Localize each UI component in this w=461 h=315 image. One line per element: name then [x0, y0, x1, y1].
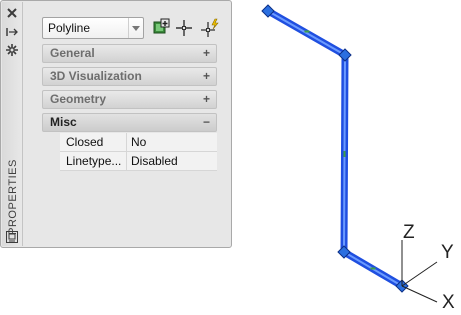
select-objects-icon[interactable]: [174, 18, 194, 38]
settings-icon[interactable]: [5, 43, 19, 57]
section-geometry[interactable]: Geometry +: [42, 90, 217, 109]
property-name: Linetype...: [66, 154, 122, 168]
selected-polyline[interactable]: [266, 7, 404, 290]
property-row-closed[interactable]: Closed No: [60, 133, 217, 152]
auto-hide-icon[interactable]: [5, 25, 19, 39]
chevron-down-icon[interactable]: [128, 18, 143, 38]
midpoint-grip[interactable]: [304, 30, 310, 33]
palette-title-strip: PROPERTIES: [2, 2, 23, 246]
property-row-linetype[interactable]: Linetype... Disabled: [60, 152, 217, 171]
object-type-value: Polyline: [48, 21, 91, 35]
section-label: Misc: [50, 115, 77, 129]
property-value[interactable]: No: [126, 133, 217, 151]
midpoint-grip[interactable]: [343, 151, 346, 157]
ucs-icon: [401, 240, 438, 303]
expand-icon[interactable]: +: [203, 45, 210, 62]
toggle-pickadd-icon[interactable]: [151, 18, 171, 38]
expand-icon[interactable]: +: [203, 91, 210, 108]
object-type-dropdown[interactable]: Polyline: [42, 17, 144, 39]
properties-palette: PROPERTIES Polyline General + 3D Visuali…: [0, 0, 232, 248]
midpoint-grip[interactable]: [370, 267, 376, 270]
section-label: 3D Visualization: [50, 69, 142, 83]
y-axis-label: Y: [441, 242, 454, 263]
section-general[interactable]: General +: [42, 44, 217, 63]
quick-select-icon[interactable]: [200, 18, 220, 38]
x-axis-label: X: [442, 292, 455, 310]
section-label: General: [50, 46, 95, 60]
drawing-viewport[interactable]: Z Y X: [232, 0, 461, 313]
property-name: Closed: [66, 135, 104, 149]
property-value[interactable]: Disabled: [126, 152, 217, 170]
collapse-icon[interactable]: −: [203, 114, 210, 131]
expand-icon[interactable]: +: [203, 68, 210, 85]
section-label: Geometry: [50, 92, 107, 106]
section-misc[interactable]: Misc −: [42, 113, 217, 132]
customize-icon[interactable]: [5, 230, 19, 244]
palette-title: PROPERTIES: [7, 159, 19, 235]
close-icon[interactable]: [5, 6, 19, 20]
z-axis-label: Z: [403, 222, 415, 243]
section-3d-visualization[interactable]: 3D Visualization +: [42, 67, 217, 86]
